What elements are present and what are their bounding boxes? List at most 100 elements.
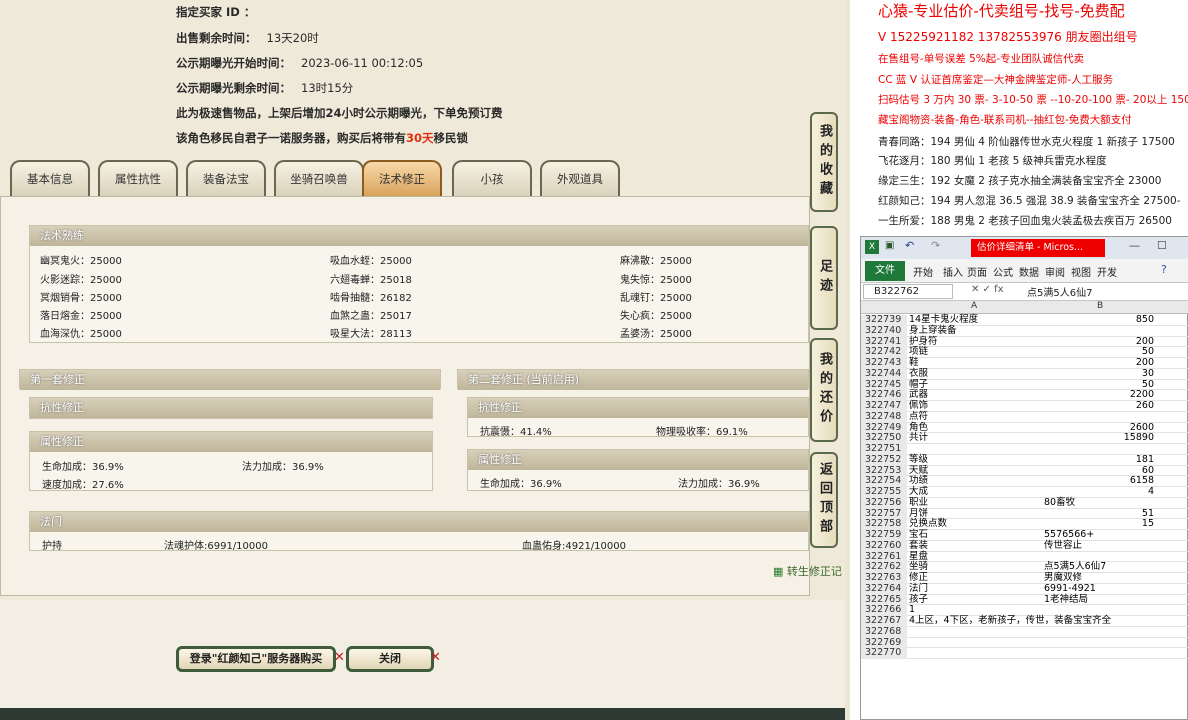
set2-resist-section: 抗性修正 抗震慑：41.4% 物理吸收率：69.1%: [467, 397, 809, 438]
tab-attr-resist[interactable]: 属性抗性: [98, 160, 178, 196]
cell-a[interactable]: 武器: [909, 389, 1043, 401]
cell-a[interactable]: 鞋: [909, 357, 1043, 369]
col-header-b[interactable]: B: [1097, 301, 1103, 311]
migration-text-c: 移民锁: [433, 131, 469, 145]
cell-a[interactable]: 护身符: [909, 336, 1043, 348]
row-number[interactable]: 322740: [861, 325, 907, 337]
redo-icon[interactable]: ↷: [931, 239, 940, 252]
expose-remain: 公示期曝光剩余时间： 13时15分: [176, 80, 353, 96]
ribbon-tab[interactable]: 数据: [1019, 264, 1039, 279]
col-header-a[interactable]: A: [971, 301, 977, 311]
my-favorites-button[interactable]: 我的收藏: [810, 112, 838, 212]
table-row: 322767 4上区，4下区，老新孩子，传世，装备宝宝齐全: [861, 615, 1188, 627]
row-number[interactable]: 322744: [861, 368, 907, 380]
tab-children[interactable]: 小孩: [452, 160, 532, 196]
cell-a[interactable]: 星盘: [909, 551, 1043, 563]
cell-a[interactable]: 等级: [909, 454, 1043, 466]
row-number[interactable]: 322756: [861, 497, 907, 509]
cell-a[interactable]: 佩饰: [909, 400, 1043, 412]
cell-a[interactable]: 宝石: [909, 529, 1043, 541]
my-counteroffer-button[interactable]: 我的还价: [810, 338, 838, 442]
ribbon-tab[interactable]: 审阅: [1045, 264, 1065, 279]
expose-remain-value: 13时15分: [301, 81, 354, 95]
login-buy-button[interactable]: 登录"红颜知己"服务器购买: [176, 646, 336, 672]
name-box[interactable]: B322762: [863, 284, 953, 299]
formula-input[interactable]: 点5满5人6仙7: [1027, 284, 1092, 299]
cell-b[interactable]: 51: [1044, 508, 1154, 520]
spell-item: 吸星大法：28113: [330, 329, 412, 340]
cell-b[interactable]: 6991-4921: [1044, 583, 1154, 595]
remain-value: 13天20时: [266, 31, 319, 45]
cell-b[interactable]: 260: [1044, 400, 1154, 412]
cell-a[interactable]: 孩子: [909, 594, 1043, 606]
set1-attr-item: 生命加成：36.9%: [42, 462, 124, 473]
cell-b[interactable]: 850: [1044, 314, 1154, 326]
maximize-icon[interactable]: ☐: [1157, 239, 1167, 252]
set2-attr-title: 属性修正: [468, 450, 808, 470]
migration-days: 30天: [406, 131, 434, 145]
cell-a[interactable]: 兑换点数: [909, 518, 1043, 530]
row-number[interactable]: 322748: [861, 411, 907, 423]
set2-resist-item: 抗震慑：41.4%: [480, 427, 552, 438]
ribbon-tab[interactable]: 开发: [1097, 264, 1117, 279]
migration-text-a: 该角色移民自君子一诺服务器，购买后将带有: [176, 131, 406, 145]
row-number[interactable]: 322760: [861, 540, 907, 552]
formula-bar: B322762 ✕ ✓ fx 点5满5人6仙7: [861, 283, 1188, 301]
cell-a[interactable]: 修正: [909, 572, 1043, 584]
table-row: 322740 身上穿装备: [861, 325, 1188, 337]
cell-a[interactable]: 4上区，4下区，老新孩子，传世，装备宝宝齐全: [909, 615, 1111, 627]
help-icon[interactable]: ?: [1161, 263, 1167, 276]
cell-a[interactable]: 坐骑: [909, 561, 1043, 573]
cell-a[interactable]: 角色: [909, 422, 1043, 434]
tab-basic-info[interactable]: 基本信息: [10, 160, 90, 196]
minimize-icon[interactable]: —: [1129, 239, 1140, 252]
cell-a[interactable]: 功绩: [909, 475, 1043, 487]
cell-b[interactable]: 15890: [1044, 432, 1154, 444]
cell-a[interactable]: 点符: [909, 411, 1043, 423]
cell-a[interactable]: 衣服: [909, 368, 1043, 380]
tab-mounts-pets[interactable]: 坐骑召唤兽: [274, 160, 364, 196]
cell-b[interactable]: 200: [1044, 357, 1154, 369]
row-number[interactable]: 322770: [861, 647, 907, 659]
save-icon[interactable]: ▣: [885, 240, 894, 251]
fa-section: 法门 护持 法魂护体:6991/10000 血蛊佑身:4921/10000: [29, 511, 809, 552]
undo-icon[interactable]: ↶: [905, 239, 914, 252]
cell-b[interactable]: 200: [1044, 336, 1154, 348]
cell-a[interactable]: 项链: [909, 346, 1043, 358]
cell-a[interactable]: 天赋: [909, 465, 1043, 477]
expose-start-label: 公示期曝光开始时间：: [176, 56, 291, 70]
ribbon-tab[interactable]: 页面: [967, 264, 987, 279]
close-button[interactable]: 关闭: [346, 646, 434, 672]
row-number[interactable]: 322768: [861, 626, 907, 638]
spell-proficiency-title: 法术熟练: [30, 226, 808, 246]
table-row: 322770: [861, 647, 1188, 659]
cell-a[interactable]: 职业: [909, 497, 1043, 509]
convert-correction-link[interactable]: ▦ 转生修正记: [773, 563, 842, 579]
footprint-button[interactable]: 足迹: [810, 226, 838, 330]
row-number[interactable]: 322764: [861, 583, 907, 595]
cell-a[interactable]: 身上穿装备: [909, 325, 1043, 337]
cell-a[interactable]: 共计: [909, 432, 1043, 444]
cell-a[interactable]: 帽子: [909, 379, 1043, 391]
tab-spell-correction[interactable]: 法术修正: [362, 160, 442, 196]
spell-item: 六翅毒蝉：25018: [330, 275, 412, 286]
cell-b[interactable]: 181: [1044, 454, 1154, 466]
ribbon-tab[interactable]: 视图: [1071, 264, 1091, 279]
cell-a[interactable]: 套装: [909, 540, 1043, 552]
ribbon-tab-file[interactable]: 文件: [865, 261, 905, 281]
tab-equipment[interactable]: 装备法宝: [186, 160, 266, 196]
cell-b[interactable]: 6158: [1044, 475, 1154, 487]
back-to-top-button[interactable]: 返回顶部: [810, 452, 838, 548]
cell-a[interactable]: 大成: [909, 486, 1043, 498]
cell-b[interactable]: 1老神结局: [1044, 594, 1154, 606]
cell-b[interactable]: 30: [1044, 368, 1154, 380]
cell-b[interactable]: 80畜牧: [1044, 497, 1154, 509]
ribbon-tab[interactable]: 插入: [943, 264, 963, 279]
ribbon-tab[interactable]: 开始: [913, 264, 933, 279]
tab-appearance[interactable]: 外观道具: [540, 160, 620, 196]
set1-attr-title: 属性修正: [30, 432, 432, 452]
ribbon-tab[interactable]: 公式: [993, 264, 1013, 279]
row-number[interactable]: 322752: [861, 454, 907, 466]
cell-a[interactable]: 法门: [909, 583, 1043, 595]
cell-b[interactable]: 传世容止: [1044, 540, 1154, 552]
